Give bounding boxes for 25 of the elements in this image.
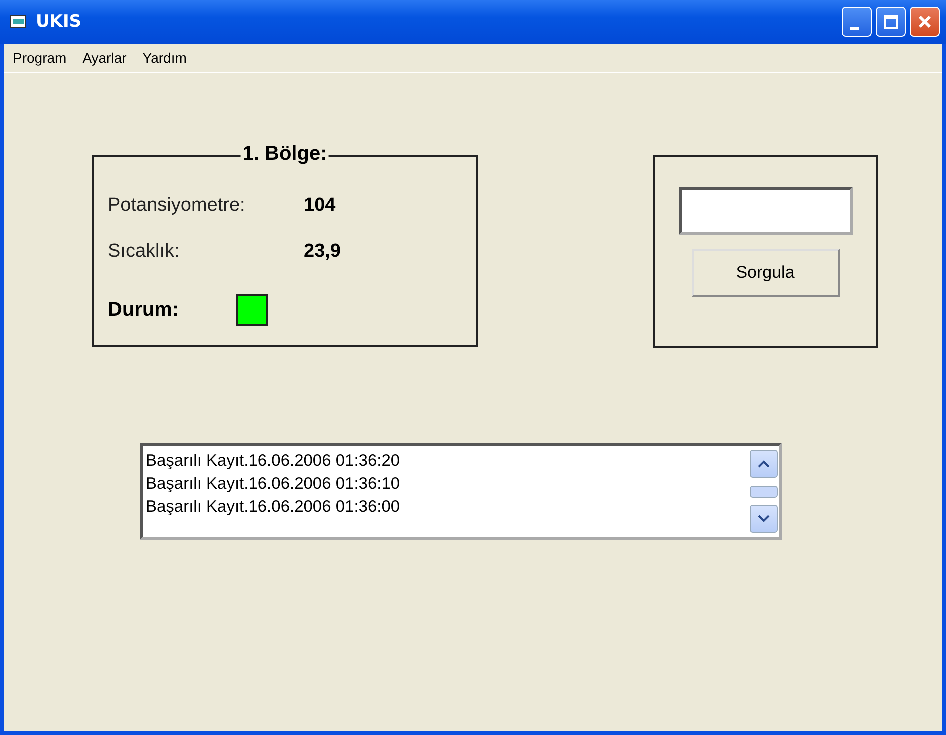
window-title: UKIS <box>36 12 83 32</box>
log-entry[interactable]: Başarılı Kayıt.16.06.2006 01:36:00 <box>146 496 746 519</box>
menu-item[interactable]: Program <box>6 48 74 68</box>
maximize-icon <box>883 14 899 30</box>
close-button[interactable] <box>910 7 940 37</box>
scroll-thumb[interactable] <box>750 486 778 498</box>
query-button[interactable]: Sorgula <box>692 249 840 297</box>
field-label: Potansiyometre: <box>108 195 246 217</box>
log-entry[interactable]: Başarılı Kayıt.16.06.2006 01:36:20 <box>146 450 746 473</box>
maximize-button[interactable] <box>876 7 906 37</box>
log-entry[interactable]: Başarılı Kayıt.16.06.2006 01:36:10 <box>146 473 746 496</box>
status-label: Durum: <box>108 298 180 322</box>
field-value: 104 <box>304 195 336 217</box>
minimize-icon <box>850 26 858 30</box>
menu-item[interactable]: Yardım <box>136 48 194 68</box>
app-icon <box>10 14 28 30</box>
minimize-button[interactable] <box>842 7 872 37</box>
scroll-down-button[interactable] <box>750 505 778 533</box>
close-icon <box>917 14 933 30</box>
field-label: Sıcaklık: <box>108 241 181 263</box>
scroll-up-button[interactable] <box>750 450 778 478</box>
group-title: 1. Bölge: <box>240 143 330 166</box>
field-value: 23,9 <box>304 241 341 263</box>
query-field[interactable] <box>678 187 852 235</box>
menu-item[interactable]: Ayarlar <box>76 48 134 68</box>
